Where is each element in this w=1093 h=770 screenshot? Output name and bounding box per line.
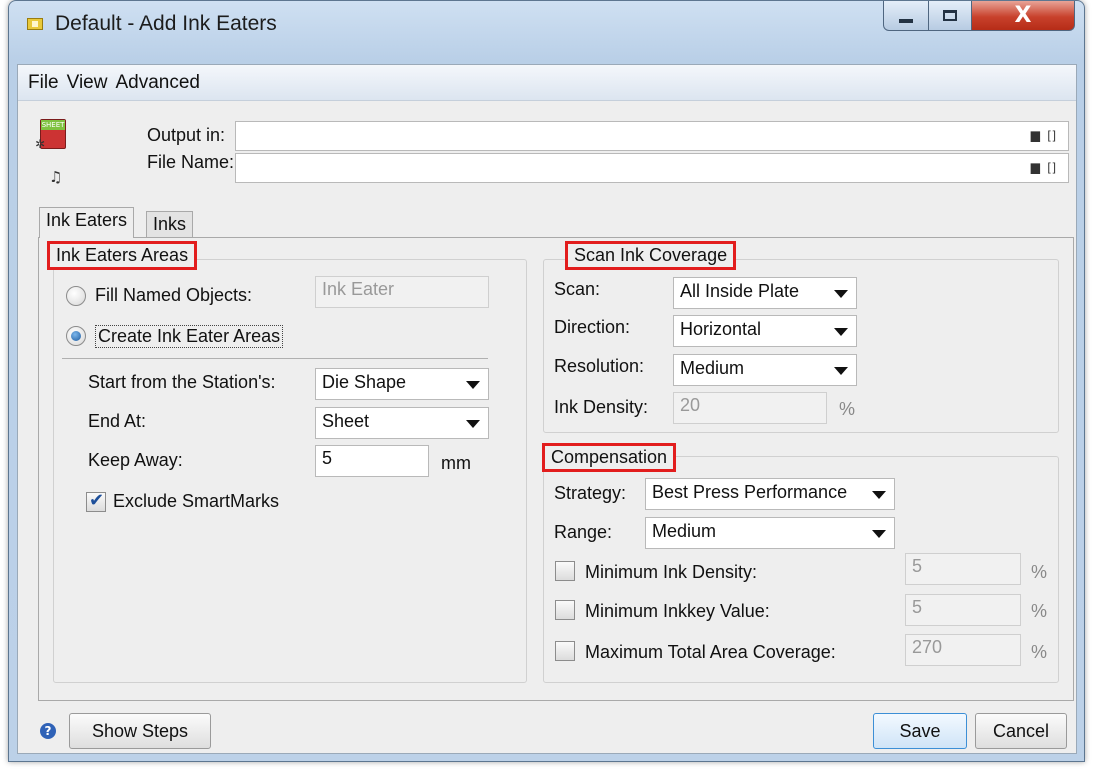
min-ink-density-unit: % [1031, 562, 1048, 582]
output-field[interactable]: ▆ [] [235, 121, 1069, 151]
create-ink-eater-areas-radio[interactable] [66, 326, 86, 346]
gear-icon[interactable]: ✲ [35, 137, 45, 151]
start-from-label: Start from the Station's: [88, 372, 276, 392]
strategy-value: Best Press Performance [652, 482, 848, 502]
fill-named-objects-label: Fill Named Objects: [95, 285, 253, 305]
start-from-value: Die Shape [322, 372, 407, 392]
end-at-select[interactable]: Sheet [315, 407, 489, 439]
direction-label: Direction: [554, 317, 631, 337]
create-ink-eater-areas-label[interactable]: Create Ink Eater Areas [95, 325, 284, 348]
direction-value: Horizontal [680, 319, 762, 339]
range-value: Medium [652, 521, 717, 541]
close-icon: X [1014, 3, 1032, 28]
min-ink-density-label: Minimum Ink Density: [585, 562, 758, 582]
window-title: Default - Add Ink Eaters [55, 12, 277, 35]
scan-label: Scan: [554, 279, 601, 299]
filename-label: File Name: [147, 152, 235, 172]
resolution-value: Medium [680, 358, 745, 378]
direction-select[interactable]: Horizontal [673, 315, 857, 347]
resolution-label: Resolution: [554, 356, 645, 376]
range-label: Range: [554, 522, 613, 542]
max-total-area-coverage-input[interactable]: 270 [905, 634, 1021, 666]
ink-density-label: Ink Density: [554, 397, 649, 417]
max-total-area-coverage-label: Maximum Total Area Coverage: [585, 642, 836, 662]
min-inkkey-value-input[interactable]: 5 [905, 594, 1021, 626]
tab-ink-eaters[interactable]: Ink Eaters [39, 207, 135, 238]
folder-brackets-icon[interactable]: ▆ [] [1031, 160, 1058, 174]
resolution-select[interactable]: Medium [673, 354, 857, 386]
max-total-area-coverage-checkbox[interactable] [555, 641, 575, 661]
keep-away-input[interactable]: 5 [315, 445, 429, 477]
chevron-down-icon [834, 328, 848, 336]
chevron-down-icon [834, 290, 848, 298]
folder-brackets-icon[interactable]: ▆ [] [1031, 128, 1058, 142]
output-label: Output in: [147, 125, 226, 145]
dialog-window: Default - Add Ink Eaters X File View Adv… [8, 0, 1085, 762]
start-from-select[interactable]: Die Shape [315, 368, 489, 400]
max-total-area-coverage-unit: % [1031, 642, 1048, 662]
menu-bar: File View Advanced [18, 65, 1076, 101]
min-inkkey-value-unit: % [1031, 601, 1048, 621]
filename-field[interactable]: ▆ [] [235, 153, 1069, 183]
show-steps-button[interactable]: Show Steps [69, 713, 211, 749]
chevron-down-icon [872, 530, 886, 538]
chevron-down-icon [466, 381, 480, 389]
ink-density-input[interactable]: 20 [673, 392, 827, 424]
scan-ink-coverage-title: Scan Ink Coverage [565, 241, 737, 270]
minimize-icon [899, 18, 913, 23]
chevron-down-icon [872, 491, 886, 499]
min-inkkey-value-label: Minimum Inkkey Value: [585, 601, 770, 621]
close-button[interactable]: X [971, 1, 1075, 31]
end-at-value: Sheet [322, 411, 370, 431]
separator [62, 358, 488, 359]
scan-value: All Inside Plate [680, 281, 800, 301]
maximize-icon [943, 10, 957, 21]
tab-inks[interactable]: Inks [146, 211, 194, 238]
maximize-button[interactable] [928, 1, 972, 31]
menu-file[interactable]: File [28, 72, 59, 94]
range-select[interactable]: Medium [645, 517, 895, 549]
min-ink-density-input[interactable]: 5 [905, 553, 1021, 585]
keep-away-unit: mm [441, 453, 471, 473]
strategy-label: Strategy: [554, 483, 627, 503]
cancel-button[interactable]: Cancel [975, 713, 1067, 749]
menu-view[interactable]: View [67, 72, 108, 94]
chevron-down-icon [834, 367, 848, 375]
ink-eaters-areas-title: Ink Eaters Areas [47, 241, 198, 270]
minimize-button[interactable] [883, 1, 929, 31]
chevron-down-icon [466, 420, 480, 428]
bell-icon[interactable]: ♫ [49, 168, 62, 186]
scan-select[interactable]: All Inside Plate [673, 277, 857, 309]
keep-away-label: Keep Away: [88, 450, 183, 470]
compensation-title: Compensation [542, 443, 677, 472]
min-inkkey-value-checkbox[interactable] [555, 600, 575, 620]
title-bar[interactable]: Default - Add Ink Eaters X [9, 1, 1084, 47]
app-icon [27, 18, 43, 30]
fill-named-objects-field[interactable]: Ink Eater [315, 276, 489, 308]
save-button[interactable]: Save [873, 713, 967, 749]
ink-density-unit: % [839, 399, 856, 419]
strategy-select[interactable]: Best Press Performance [645, 478, 895, 510]
min-ink-density-checkbox[interactable] [555, 561, 575, 581]
exclude-smartmarks-label: Exclude SmartMarks [113, 491, 280, 511]
end-at-label: End At: [88, 411, 147, 431]
help-icon[interactable]: ? [40, 723, 56, 739]
menu-advanced[interactable]: Advanced [115, 72, 200, 94]
fill-named-objects-radio[interactable] [66, 286, 86, 306]
exclude-smartmarks-checkbox[interactable] [86, 490, 106, 512]
